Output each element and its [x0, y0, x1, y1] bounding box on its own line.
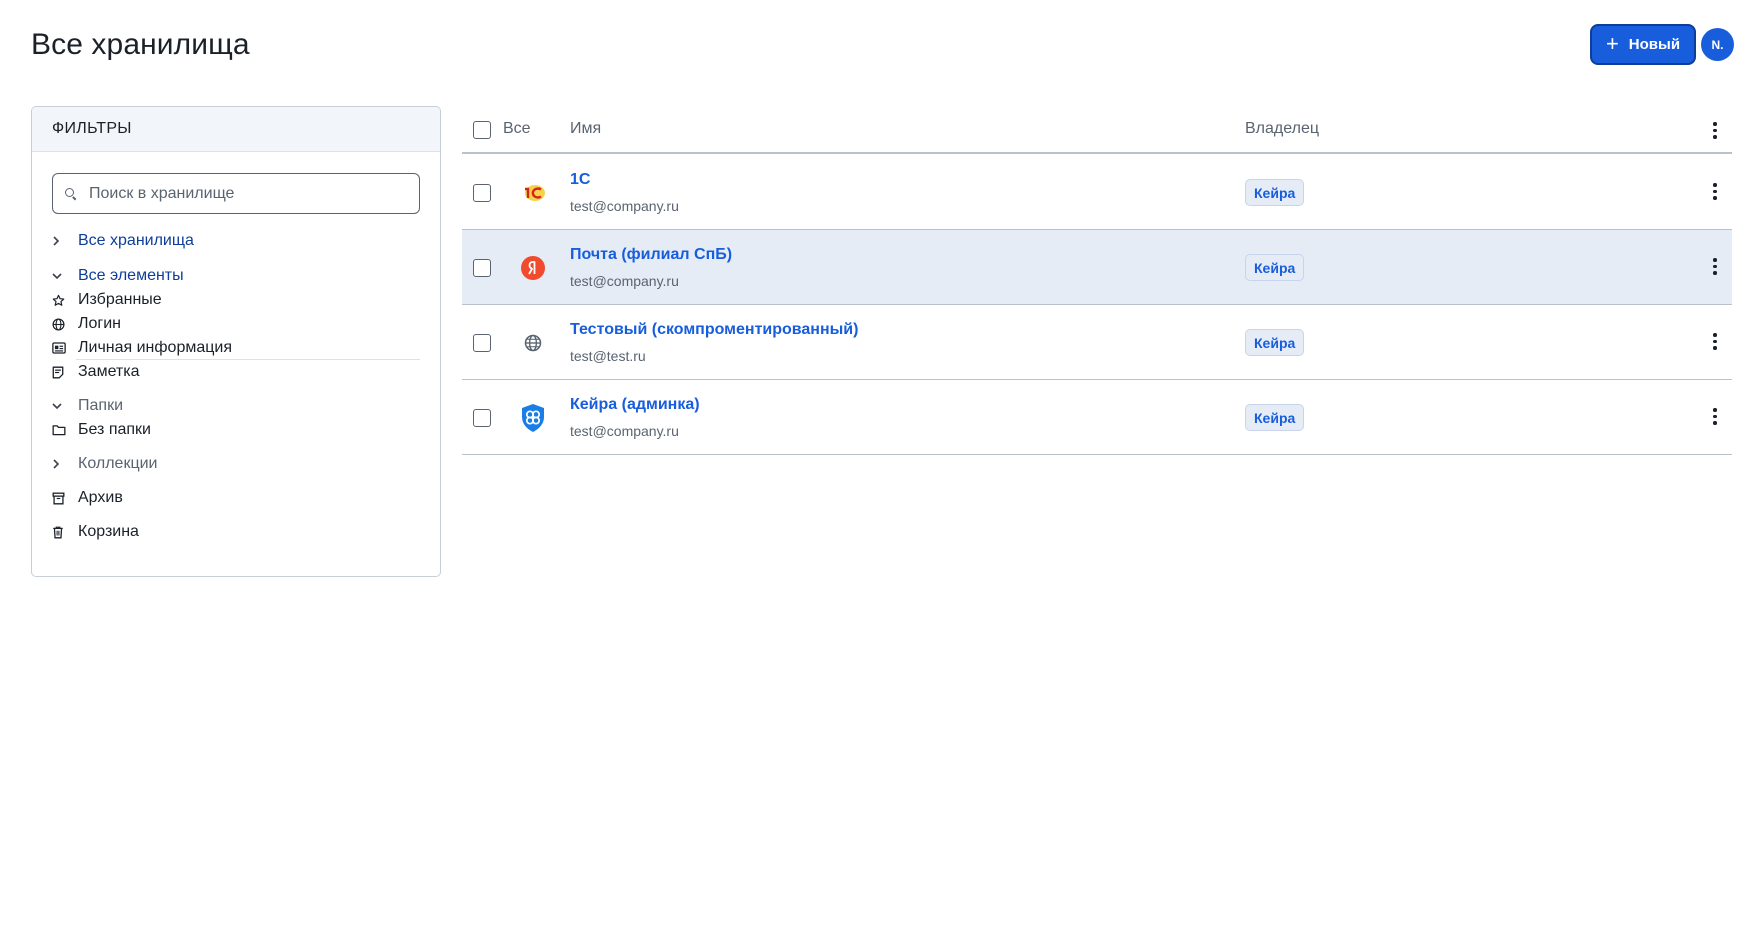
avatar[interactable]: N.: [1701, 28, 1734, 61]
nav-type-favorites[interactable]: Избранные: [52, 291, 162, 309]
item-username: test@company.ru: [570, 198, 679, 214]
owner-badge: Кейра: [1245, 254, 1305, 281]
chevron-down-icon[interactable]: [52, 272, 70, 280]
table-row[interactable]: Кейра (админка) test@company.ru Кейра: [462, 380, 1732, 455]
column-name[interactable]: Имя: [570, 120, 601, 138]
filters-panel: ФИЛЬТРЫ Все хранилища Все элементы Избра…: [31, 106, 441, 577]
row-options-menu-icon[interactable]: [1713, 258, 1717, 275]
table-options-menu-icon[interactable]: [1713, 122, 1717, 139]
nav-trash-label: Корзина: [78, 523, 139, 540]
nav-folders-label: Папки: [78, 397, 123, 414]
select-all-checkbox[interactable]: [473, 121, 491, 139]
owner-badge: Кейра: [1245, 404, 1305, 431]
1c-logo-icon: [519, 179, 547, 207]
owner-badge: Кейра: [1245, 179, 1305, 206]
page-title: Все хранилища: [31, 28, 250, 61]
item-name-link[interactable]: Почта (филиал СпБ): [570, 246, 732, 264]
star-icon: [52, 291, 70, 309]
search-field[interactable]: [52, 173, 420, 214]
nav-collections[interactable]: Коллекции: [52, 455, 157, 473]
row-checkbox[interactable]: [473, 409, 491, 427]
yandex-logo-icon: [519, 254, 547, 282]
row-options-menu-icon[interactable]: [1713, 408, 1717, 425]
item-username: test@company.ru: [570, 423, 679, 439]
column-all[interactable]: Все: [503, 120, 531, 138]
nav-trash[interactable]: Корзина: [52, 523, 139, 541]
archive-icon: [52, 489, 70, 507]
row-checkbox[interactable]: [473, 259, 491, 277]
nav-type-label: Избранные: [78, 291, 162, 308]
item-name-link[interactable]: 1С: [570, 171, 590, 189]
nav-archive[interactable]: Архив: [52, 489, 123, 507]
owner-badge: Кейра: [1245, 329, 1305, 356]
nav-type-login[interactable]: Логин: [52, 315, 121, 333]
folder-icon: [52, 421, 70, 439]
item-username: test@test.ru: [570, 348, 646, 364]
divider: [76, 359, 420, 360]
note-icon: [52, 363, 70, 381]
nav-type-note[interactable]: Заметка: [52, 363, 140, 381]
nav-type-label: Логин: [78, 315, 122, 332]
nav-type-label: Личная информация: [78, 339, 233, 356]
table-row[interactable]: Почта (филиал СпБ) test@company.ru Кейра: [462, 230, 1732, 305]
table-header: Все Имя Владелец: [462, 106, 1732, 154]
globe-icon: [52, 315, 70, 333]
chevron-right-icon[interactable]: [52, 459, 70, 469]
row-checkbox[interactable]: [473, 334, 491, 352]
trash-icon: [52, 523, 70, 541]
table-row[interactable]: 1С test@company.ru Кейра: [462, 155, 1732, 230]
row-options-menu-icon[interactable]: [1713, 183, 1717, 200]
nav-folders[interactable]: Папки: [52, 397, 123, 415]
nav-type-label: Заметка: [78, 363, 140, 380]
row-options-menu-icon[interactable]: [1713, 333, 1717, 350]
nav-no-folder-label: Без папки: [78, 421, 151, 438]
item-name-link[interactable]: Кейра (админка): [570, 396, 700, 414]
nav-type-identity[interactable]: Личная информация: [52, 339, 232, 357]
nav-archive-label: Архив: [78, 489, 123, 506]
nav-no-folder[interactable]: Без папки: [52, 421, 151, 439]
table-row[interactable]: Тестовый (скомпроментированный) test@tes…: [462, 305, 1732, 380]
globe-icon: [519, 329, 547, 357]
search-icon: [65, 187, 77, 200]
plus-icon: +: [1605, 30, 1619, 56]
nav-all-items[interactable]: Все элементы: [52, 267, 184, 285]
chevron-right-icon[interactable]: [52, 236, 70, 246]
shield-logo-icon: [519, 404, 547, 432]
row-checkbox[interactable]: [473, 184, 491, 202]
item-name-link[interactable]: Тестовый (скомпроментированный): [570, 321, 858, 339]
nav-all-vaults-label: Все хранилища: [78, 232, 194, 249]
new-button-label: Новый: [1628, 36, 1681, 53]
id-card-icon: [52, 339, 70, 357]
column-owner[interactable]: Владелец: [1245, 120, 1319, 138]
item-username: test@company.ru: [570, 273, 679, 289]
filters-title: ФИЛЬТРЫ: [32, 107, 440, 152]
nav-all-items-label: Все элементы: [78, 267, 184, 284]
search-input[interactable]: [89, 184, 389, 203]
chevron-down-icon[interactable]: [52, 402, 70, 410]
nav-all-vaults[interactable]: Все хранилища: [52, 232, 194, 250]
new-item-button[interactable]: + Новый: [1590, 24, 1696, 65]
nav-collections-label: Коллекции: [78, 455, 158, 472]
